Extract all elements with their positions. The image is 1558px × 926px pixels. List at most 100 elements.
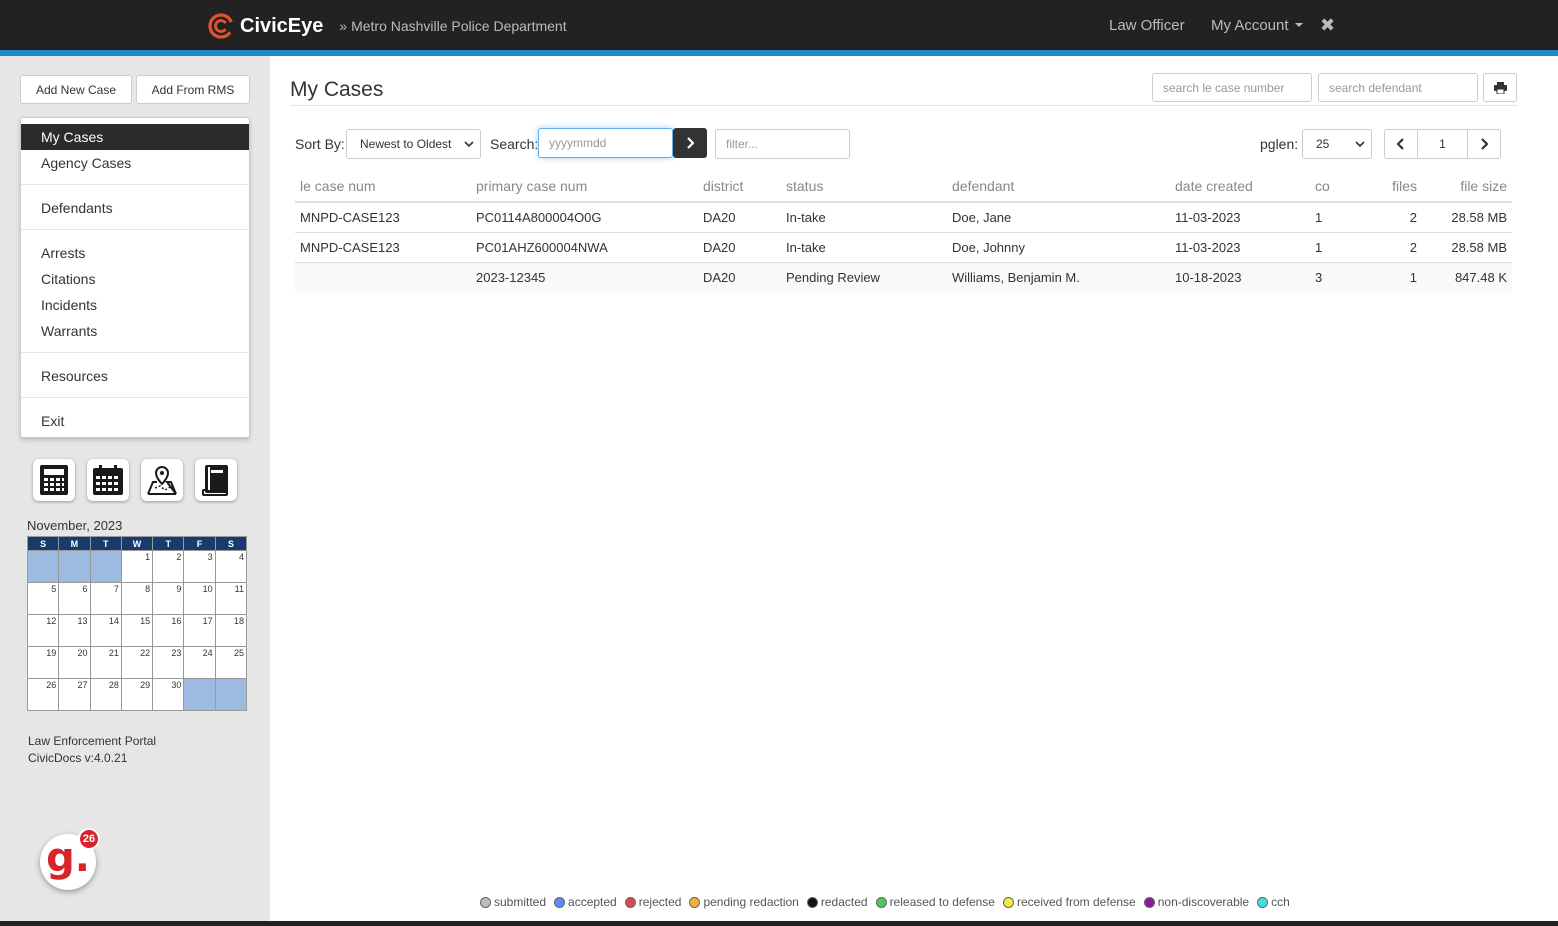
cell-files: 1 bbox=[1365, 261, 1422, 292]
table-row[interactable]: MNPD-CASE123 PC01AHZ600004NWA DA20 In-ta… bbox=[295, 231, 1512, 262]
column-header-files[interactable]: files bbox=[1365, 171, 1422, 203]
calendar-day[interactable]: 28 bbox=[89, 678, 122, 711]
calendar-day[interactable]: 27 bbox=[58, 678, 91, 711]
column-header-defendant[interactable]: defendant bbox=[947, 171, 1170, 203]
weekday-header: T bbox=[89, 536, 122, 551]
add-from-rms-button[interactable]: Add From RMS bbox=[136, 75, 250, 104]
calendar-day[interactable]: 9 bbox=[152, 582, 185, 615]
cell-co: 3 bbox=[1310, 261, 1365, 292]
calendar-day[interactable]: 25 bbox=[214, 646, 248, 679]
sort-select[interactable]: Newest to Oldest bbox=[346, 129, 481, 159]
search-go-button[interactable] bbox=[673, 128, 707, 158]
legend-label: cch bbox=[1271, 895, 1290, 909]
brand[interactable]: CivicEye » Metro Nashville Police Depart… bbox=[208, 12, 567, 40]
sidebar-item-agency-cases[interactable]: Agency Cases bbox=[21, 150, 249, 176]
sidebar-item-my-cases[interactable]: My Cases bbox=[21, 124, 249, 150]
table-row[interactable]: MNPD-CASE123 PC0114A800004O0G DA20 In-ta… bbox=[295, 201, 1512, 232]
law-officer-link[interactable]: Law Officer bbox=[1109, 0, 1185, 50]
sort-by-label: Sort By: bbox=[295, 136, 345, 152]
cell-defendant: Williams, Benjamin M. bbox=[947, 261, 1170, 292]
calendar-title: November, 2023 bbox=[27, 518, 123, 533]
calendar-day[interactable]: 23 bbox=[152, 646, 185, 679]
status-dot-icon bbox=[875, 896, 887, 908]
sidebar-item-resources[interactable]: Resources bbox=[21, 363, 249, 389]
calendar-day[interactable]: 22 bbox=[120, 646, 154, 679]
legend-label: received from defense bbox=[1016, 895, 1136, 909]
calendar-day[interactable]: 1 bbox=[120, 550, 154, 583]
sidebar-item-citations[interactable]: Citations bbox=[21, 266, 249, 292]
calendar-day[interactable]: 29 bbox=[120, 678, 154, 711]
title-divider bbox=[290, 105, 1518, 106]
g-widget-button[interactable]: g. 26 bbox=[40, 828, 100, 890]
calendar-day[interactable]: 7 bbox=[89, 582, 122, 615]
calendar-day[interactable]: 15 bbox=[120, 614, 154, 647]
date-search-input[interactable] bbox=[538, 128, 673, 158]
portal-name: Law Enforcement Portal bbox=[28, 734, 157, 748]
column-header-file-size[interactable]: file size bbox=[1422, 171, 1512, 203]
calendar-day[interactable]: 12 bbox=[26, 614, 60, 647]
calendar-button[interactable] bbox=[87, 459, 129, 501]
column-header-co[interactable]: co bbox=[1310, 171, 1365, 203]
sidebar-item-defendants[interactable]: Defendants bbox=[21, 195, 249, 221]
calendar-day[interactable]: 11 bbox=[214, 582, 248, 615]
calendar-day[interactable]: 21 bbox=[89, 646, 122, 679]
calendar-day[interactable]: 5 bbox=[26, 582, 60, 615]
cell-files: 2 bbox=[1365, 201, 1422, 232]
cell-date-created: 11-03-2023 bbox=[1170, 201, 1310, 232]
column-header-primary-case-num[interactable]: primary case num bbox=[471, 171, 698, 203]
calendar-day[interactable]: 24 bbox=[183, 646, 216, 679]
calendar-day[interactable]: 14 bbox=[89, 614, 122, 647]
calendar-day[interactable]: 26 bbox=[26, 678, 60, 711]
legend-item: redacted bbox=[806, 895, 868, 909]
calendar-icon bbox=[93, 465, 123, 495]
legend-label: redacted bbox=[820, 895, 868, 909]
sidebar-item-incidents[interactable]: Incidents bbox=[21, 292, 249, 318]
calendar-day[interactable]: 2 bbox=[152, 550, 185, 583]
department-name: » Metro Nashville Police Department bbox=[339, 18, 567, 34]
nav-divider bbox=[21, 352, 249, 353]
status-dot-icon bbox=[806, 896, 818, 908]
column-header-date-created[interactable]: date created bbox=[1170, 171, 1310, 203]
search-le-case-number-input[interactable] bbox=[1152, 73, 1312, 102]
print-button[interactable] bbox=[1483, 73, 1517, 102]
column-header-le-case-num[interactable]: le case num bbox=[295, 171, 471, 203]
cases-table: le case num primary case num district st… bbox=[295, 171, 1512, 292]
calendar-day[interactable]: 16 bbox=[152, 614, 185, 647]
civiceye-logo-icon bbox=[208, 13, 234, 39]
column-header-status[interactable]: status bbox=[781, 171, 947, 203]
calendar-day[interactable]: 30 bbox=[152, 678, 185, 711]
calendar-day[interactable]: 19 bbox=[26, 646, 60, 679]
column-header-district[interactable]: district bbox=[698, 171, 781, 203]
map-button[interactable] bbox=[141, 459, 183, 501]
legend-item: rejected bbox=[624, 895, 681, 909]
add-new-case-button[interactable]: Add New Case bbox=[20, 75, 132, 104]
calculator-button[interactable] bbox=[33, 459, 75, 501]
status-dot-icon bbox=[689, 896, 701, 908]
calendar-day[interactable]: 10 bbox=[183, 582, 216, 615]
calendar-day[interactable]: 13 bbox=[58, 614, 91, 647]
nav-divider bbox=[21, 229, 249, 230]
brand-name: CivicEye bbox=[240, 14, 324, 37]
page-number-input[interactable]: 1 bbox=[1417, 129, 1468, 159]
search-defendant-input[interactable] bbox=[1318, 73, 1478, 102]
sidebar-item-exit[interactable]: Exit bbox=[21, 408, 249, 434]
calendar-day[interactable]: 20 bbox=[58, 646, 91, 679]
next-page-button[interactable] bbox=[1467, 129, 1501, 159]
calendar-day[interactable]: 3 bbox=[183, 550, 216, 583]
table-row[interactable]: 2023-12345 DA20 Pending Review Williams,… bbox=[295, 261, 1512, 292]
calendar-day[interactable]: 6 bbox=[58, 582, 91, 615]
page-length-select[interactable]: 25 bbox=[1302, 129, 1372, 159]
calendar-day[interactable]: 4 bbox=[214, 550, 248, 583]
book-button[interactable] bbox=[195, 459, 237, 501]
calendar-day[interactable]: 8 bbox=[120, 582, 154, 615]
close-icon[interactable]: ✖ bbox=[1320, 0, 1335, 50]
sidebar-item-arrests[interactable]: Arrests bbox=[21, 240, 249, 266]
previous-page-button[interactable] bbox=[1384, 129, 1418, 159]
filter-input[interactable] bbox=[715, 129, 850, 159]
calendar-day[interactable]: 17 bbox=[183, 614, 216, 647]
my-account-dropdown[interactable]: My Account bbox=[1211, 0, 1303, 50]
top-navbar: CivicEye » Metro Nashville Police Depart… bbox=[0, 0, 1558, 50]
sidebar-item-warrants[interactable]: Warrants bbox=[21, 318, 249, 344]
calendar-day[interactable]: 18 bbox=[214, 614, 248, 647]
cell-primary-case-num: 2023-12345 bbox=[471, 261, 698, 292]
